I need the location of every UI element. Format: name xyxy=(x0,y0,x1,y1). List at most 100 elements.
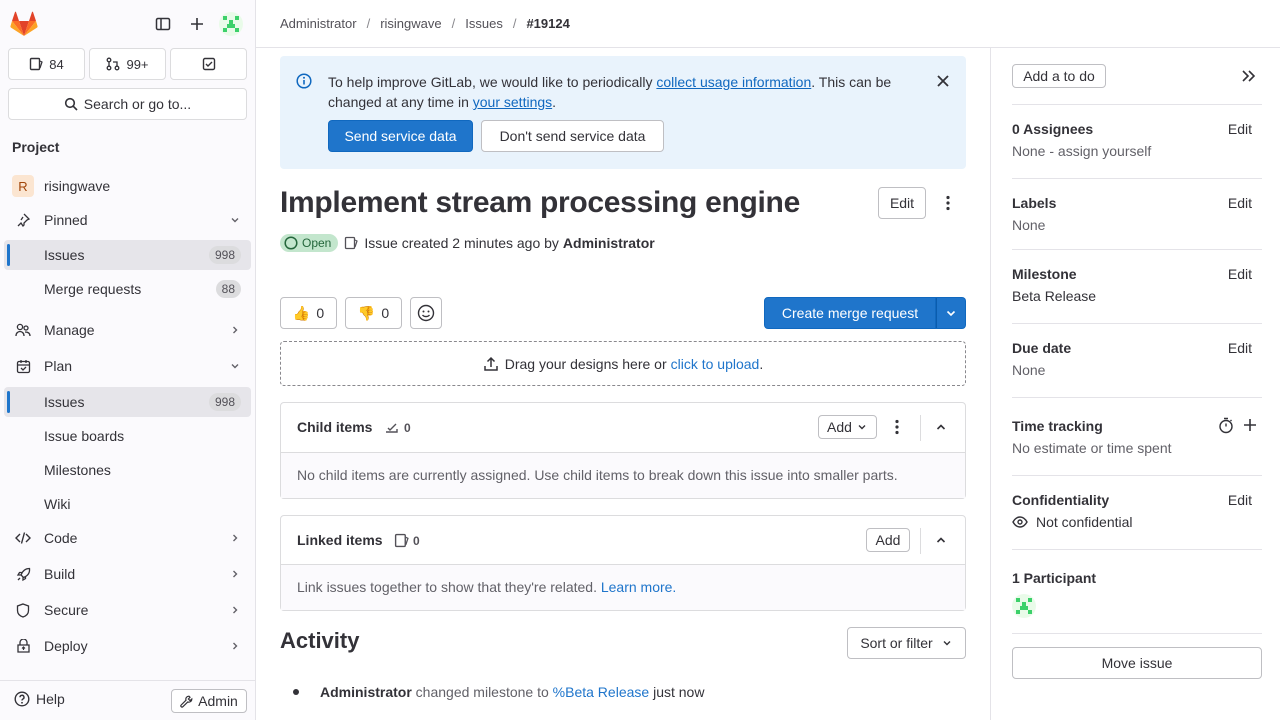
todos-button[interactable] xyxy=(170,48,247,80)
timeline-dot xyxy=(293,689,299,695)
plus-icon[interactable] xyxy=(186,13,208,35)
edit-title-button[interactable]: Edit xyxy=(878,187,926,219)
chevron-down-icon xyxy=(858,425,866,430)
alert-message: To help improve GitLab, we would like to… xyxy=(328,74,892,110)
chevron-down-icon xyxy=(943,641,951,646)
breadcrumb-item[interactable]: Administrator xyxy=(280,16,357,31)
upload-link[interactable]: click to upload xyxy=(671,356,760,372)
time-tracking-section: Time tracking No estimate or time spent xyxy=(1012,417,1262,456)
issue-type-icon xyxy=(345,236,359,250)
sidebar-item-milestones[interactable]: Milestones xyxy=(4,455,251,485)
more-actions-icon[interactable] xyxy=(889,419,905,435)
sidebar-item-secure[interactable]: Secure xyxy=(4,595,251,625)
add-todo-button[interactable]: Add a to do xyxy=(1012,64,1106,88)
edit-assignees-link[interactable]: Edit xyxy=(1228,121,1252,137)
thumbs-down-button[interactable]: 👎 0 xyxy=(345,297,402,329)
sidebar-item-manage[interactable]: Manage xyxy=(4,315,251,345)
milestone-link[interactable]: %Beta Release xyxy=(553,684,650,700)
create-merge-request-button[interactable]: Create merge request xyxy=(764,297,936,329)
status-badge: Open xyxy=(280,234,339,252)
sidebar-item-issue-boards[interactable]: Issue boards xyxy=(4,421,251,451)
chevron-down-icon xyxy=(946,310,956,317)
todo-icon xyxy=(202,57,215,71)
shield-icon xyxy=(14,601,32,619)
dont-send-service-data-button[interactable]: Don't send service data xyxy=(481,120,664,152)
sidebar-item-code[interactable]: Code xyxy=(4,523,251,553)
gitlab-logo-icon[interactable] xyxy=(10,11,38,37)
plus-icon[interactable] xyxy=(1243,418,1257,432)
chevron-right-icon xyxy=(233,642,238,650)
count-badge: 998 xyxy=(208,246,241,264)
author-link[interactable]: Administrator xyxy=(563,235,655,251)
merge-requests-count[interactable]: 99+ xyxy=(89,48,166,80)
breadcrumb-item[interactable]: risingwave xyxy=(380,16,441,31)
pin-icon xyxy=(14,211,32,229)
add-linked-item-button[interactable]: Add xyxy=(866,528,910,552)
sort-filter-dropdown[interactable]: Sort or filter xyxy=(847,627,966,659)
usage-info-link[interactable]: collect usage information xyxy=(656,74,811,90)
user-avatar[interactable] xyxy=(219,12,243,36)
assignees-section: 0 Assignees Edit None - assign yourself xyxy=(1012,121,1262,159)
sidebar-item-build[interactable]: Build xyxy=(4,559,251,589)
sidebar-item-pinned-issues[interactable]: Issues 998 xyxy=(4,240,251,270)
search-button[interactable]: Search or go to... xyxy=(8,88,247,120)
sidebar-item-deploy[interactable]: Deploy xyxy=(4,631,251,661)
edit-labels-link[interactable]: Edit xyxy=(1228,195,1252,211)
admin-button[interactable]: Admin xyxy=(171,689,247,713)
sidebar-section-title: Project xyxy=(12,139,60,155)
milestone-section: Milestone Edit Beta Release xyxy=(1012,266,1262,304)
issue-title: Implement stream processing engine xyxy=(280,186,800,219)
sidebar-toggle-icon[interactable] xyxy=(152,13,174,35)
add-child-item-button[interactable]: Add xyxy=(818,415,877,439)
edit-due-date-link[interactable]: Edit xyxy=(1228,340,1252,356)
users-icon xyxy=(14,321,32,339)
issues-icon xyxy=(30,57,43,71)
collapse-sidebar-icon[interactable] xyxy=(1241,69,1257,83)
deployments-icon xyxy=(14,637,32,655)
chevron-down-icon xyxy=(231,364,239,369)
linked-items-count: 0 xyxy=(394,533,420,548)
assigned-issues-count[interactable]: 84 xyxy=(8,48,85,80)
issue-main: To help improve GitLab, we would like to… xyxy=(280,48,966,720)
assign-yourself-link[interactable]: None - assign yourself xyxy=(1012,143,1262,159)
activity-author-link[interactable]: Administrator xyxy=(320,684,412,700)
stopwatch-icon[interactable] xyxy=(1218,417,1234,434)
sidebar-item-plan[interactable]: Plan xyxy=(4,351,251,381)
move-issue-button[interactable]: Move issue xyxy=(1012,647,1262,679)
breadcrumb-current[interactable]: #19124 xyxy=(526,16,569,31)
milestone-value[interactable]: Beta Release xyxy=(1012,288,1262,304)
close-icon[interactable] xyxy=(936,74,950,88)
wrench-icon xyxy=(180,695,193,708)
add-reaction-button[interactable] xyxy=(410,297,442,329)
chevron-up-icon[interactable] xyxy=(935,534,947,546)
labels-section: Labels Edit None xyxy=(1012,195,1252,233)
breadcrumb: Administrator / risingwave / Issues / #1912… xyxy=(256,0,1280,48)
sidebar-item-pinned-merge-requests[interactable]: Merge requests 88 xyxy=(4,274,251,304)
smiley-icon xyxy=(417,304,435,322)
learn-more-link[interactable]: Learn more. xyxy=(601,579,676,595)
sidebar-item-project[interactable]: R risingwave xyxy=(4,171,251,201)
search-icon xyxy=(64,97,78,111)
linked-items-empty-text: Link issues together to show that they'r… xyxy=(281,565,965,610)
count-badge: 88 xyxy=(215,280,241,298)
code-icon xyxy=(14,529,32,547)
create-merge-request-split-button: Create merge request xyxy=(764,297,966,329)
sidebar-item-pinned[interactable]: Pinned xyxy=(4,205,251,235)
edit-confidentiality-link[interactable]: Edit xyxy=(1228,492,1252,508)
help-button[interactable]: Help xyxy=(14,691,65,707)
sidebar-item-plan-issues[interactable]: Issues 998 xyxy=(4,387,251,417)
thumbs-up-button[interactable]: 👍 0 xyxy=(280,297,337,329)
thumbs-up-icon: 👍 xyxy=(292,304,311,321)
create-merge-request-dropdown[interactable] xyxy=(936,297,966,329)
settings-link[interactable]: your settings xyxy=(473,94,552,110)
sidebar-item-wiki[interactable]: Wiki xyxy=(4,489,251,519)
count-badge: 998 xyxy=(208,393,241,411)
participants-section: 1 Participant xyxy=(1012,570,1262,618)
breadcrumb-item[interactable]: Issues xyxy=(465,16,503,31)
edit-milestone-link[interactable]: Edit xyxy=(1228,266,1252,282)
send-service-data-button[interactable]: Send service data xyxy=(328,120,473,152)
participant-avatar[interactable] xyxy=(1012,594,1036,618)
design-upload-dropzone[interactable]: Drag your designs here or click to uploa… xyxy=(280,341,966,386)
chevron-up-icon[interactable] xyxy=(935,421,947,433)
more-actions-icon[interactable] xyxy=(940,195,956,211)
